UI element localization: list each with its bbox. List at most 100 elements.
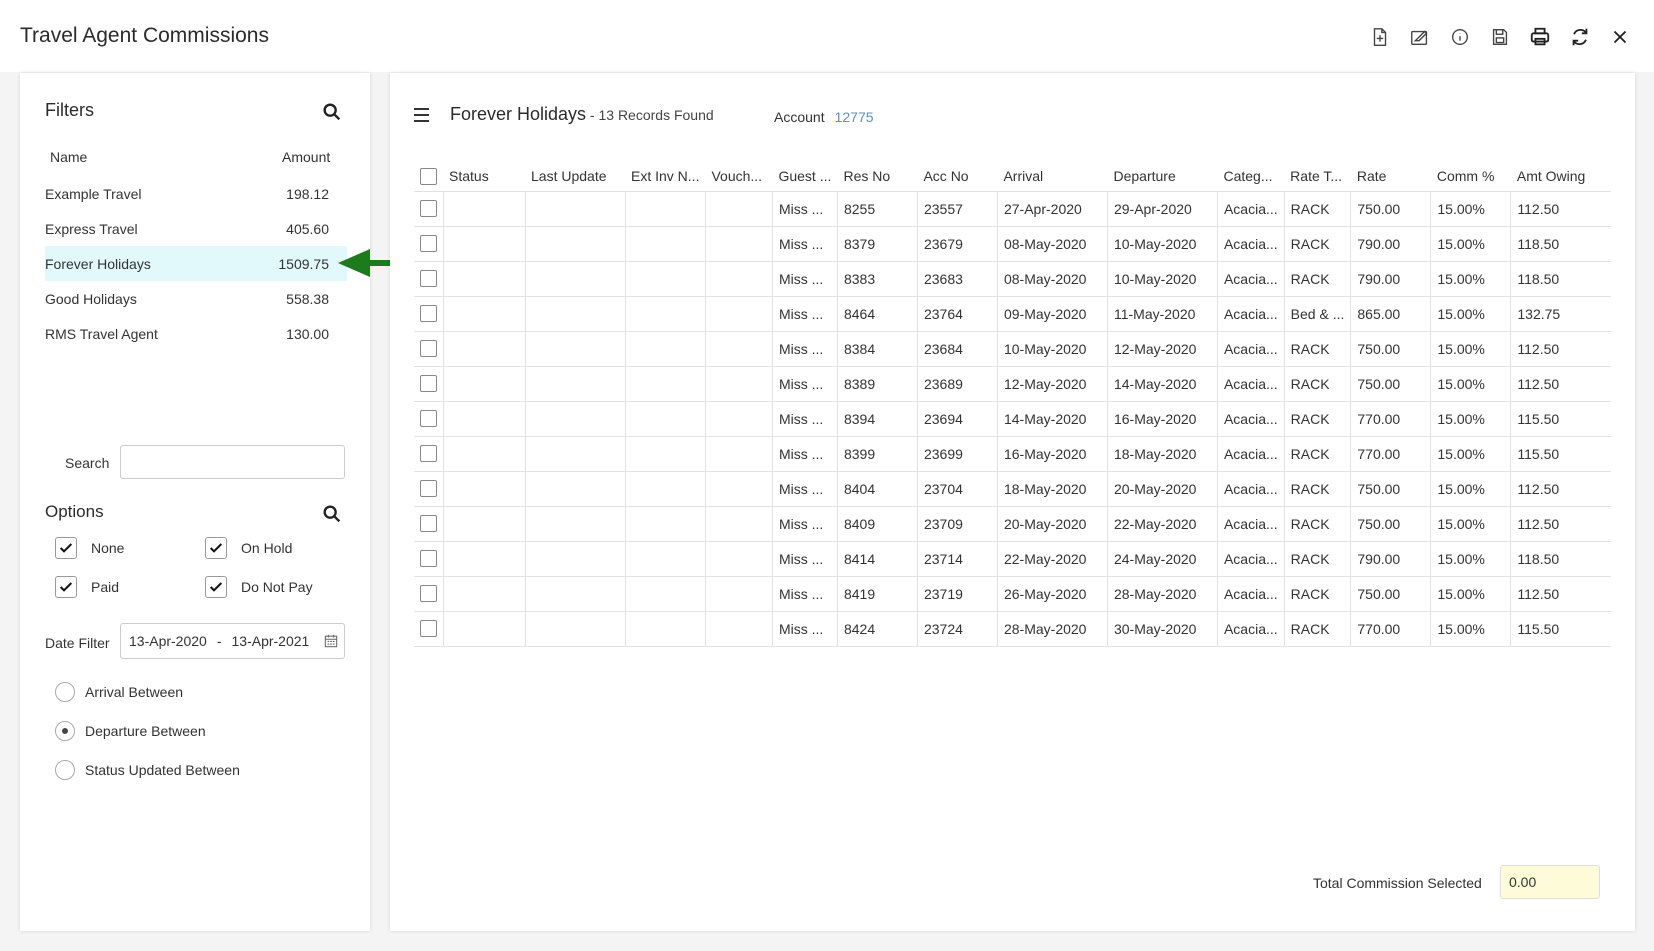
column-header[interactable]: Acc No [917, 161, 998, 192]
date-filter-input[interactable]: 13-Apr-2020 - 13-Apr-2021 [120, 623, 345, 659]
res-no-link[interactable]: 8255 [837, 191, 918, 227]
res-no-link[interactable]: 8394 [837, 401, 918, 437]
row-checkbox[interactable] [420, 305, 437, 323]
row-checkbox[interactable] [420, 515, 437, 533]
row-checkbox[interactable] [420, 550, 437, 568]
table-row[interactable]: Miss ... 8394 23694 14-May-2020 16-May-2020 A… [414, 401, 1611, 437]
option-on-hold-checkbox[interactable]: On Hold [205, 537, 292, 559]
option-paid-checkbox[interactable]: Paid [55, 576, 119, 598]
acc-no-link[interactable]: 23689 [917, 366, 998, 402]
res-no-link[interactable]: 8379 [837, 226, 918, 262]
close-button[interactable] [1608, 22, 1632, 52]
search-icon[interactable] [321, 101, 343, 123]
table-row[interactable]: Miss ... 8383 23683 08-May-2020 10-May-2020 A… [414, 261, 1611, 297]
column-header[interactable]: Vouch... [705, 161, 773, 192]
column-header[interactable]: Departure [1107, 161, 1218, 192]
row-checkbox[interactable] [420, 480, 437, 498]
edit-button[interactable] [1408, 22, 1432, 52]
row-checkbox[interactable] [420, 410, 437, 428]
res-no-link[interactable]: 8383 [837, 261, 918, 297]
option-do-not-pay-checkbox[interactable]: Do Not Pay [205, 576, 313, 598]
acc-no-link[interactable]: 23719 [917, 576, 998, 612]
column-header[interactable]: Res No [837, 161, 918, 192]
column-header[interactable]: Rate [1350, 161, 1431, 192]
res-no-link[interactable]: 8424 [837, 611, 918, 647]
res-no-link[interactable]: 8384 [837, 331, 918, 367]
table-row[interactable]: Miss ... 8464 23764 09-May-2020 11-May-2020 A… [414, 296, 1611, 332]
save-button[interactable] [1488, 22, 1512, 52]
acc-no-link[interactable]: 23704 [917, 471, 998, 507]
res-no-link[interactable]: 8404 [837, 471, 918, 507]
agent-row[interactable]: Good Holidays 558.38 [45, 281, 347, 316]
table-row[interactable]: Miss ... 8389 23689 12-May-2020 14-May-2020 A… [414, 366, 1611, 402]
radio-departure-between[interactable]: Departure Between [55, 721, 206, 741]
table-row[interactable]: Miss ... 8404 23704 18-May-2020 20-May-2020 A… [414, 471, 1611, 507]
row-checkbox[interactable] [420, 235, 437, 253]
agent-row[interactable]: Example Travel 198.12 [45, 176, 347, 211]
acc-no-link[interactable]: 23714 [917, 541, 998, 577]
account-link[interactable]: 12775 [835, 109, 874, 125]
ext-inv-cell [625, 471, 706, 507]
arrival-cell: 12-May-2020 [997, 366, 1108, 402]
row-checkbox[interactable] [420, 445, 437, 463]
agent-row[interactable]: Express Travel 405.60 [45, 211, 347, 246]
agent-row-selected[interactable]: Forever Holidays 1509.75 [45, 246, 347, 281]
column-header[interactable]: Arrival [997, 161, 1108, 192]
table-row[interactable]: Miss ... 8255 23557 27-Apr-2020 29-Apr-2020 A… [414, 191, 1611, 227]
res-no-link[interactable]: 8419 [837, 576, 918, 612]
table-row[interactable]: Miss ... 8419 23719 26-May-2020 28-May-2020 A… [414, 576, 1611, 612]
column-header[interactable]: Amt Owing [1510, 161, 1611, 192]
options-search-icon[interactable] [321, 503, 343, 525]
column-header-amount[interactable]: Amount [282, 149, 330, 165]
radio-status-updated-between[interactable]: Status Updated Between [55, 760, 240, 780]
calendar-icon[interactable] [324, 634, 338, 648]
res-no-link[interactable]: 8389 [837, 366, 918, 402]
column-header[interactable]: Guest ... [772, 161, 838, 192]
row-checkbox[interactable] [420, 620, 437, 638]
last-update-cell [525, 611, 626, 647]
option-none-checkbox[interactable]: None [55, 537, 124, 559]
refresh-button[interactable] [1568, 22, 1592, 52]
res-no-link[interactable]: 8409 [837, 506, 918, 542]
table-row[interactable]: Miss ... 8379 23679 08-May-2020 10-May-2020 A… [414, 226, 1611, 262]
column-header[interactable]: Status [443, 161, 525, 192]
column-header[interactable]: Ext Inv N... [625, 161, 706, 192]
guest-cell: Miss ... [772, 436, 838, 472]
acc-no-link[interactable]: 23724 [917, 611, 998, 647]
search-input[interactable] [120, 445, 345, 479]
res-no-link[interactable]: 8399 [837, 436, 918, 472]
acc-no-link[interactable]: 23694 [917, 401, 998, 437]
select-all-checkbox[interactable] [420, 167, 437, 185]
row-checkbox[interactable] [420, 270, 437, 288]
table-row[interactable]: Miss ... 8414 23714 22-May-2020 24-May-2020 A… [414, 541, 1611, 577]
acc-no-link[interactable]: 23764 [917, 296, 998, 332]
table-row[interactable]: Miss ... 8399 23699 16-May-2020 18-May-2020 A… [414, 436, 1611, 472]
acc-no-link[interactable]: 23709 [917, 506, 998, 542]
new-document-button[interactable] [1368, 22, 1392, 52]
row-checkbox[interactable] [420, 340, 437, 358]
res-no-link[interactable]: 8464 [837, 296, 918, 332]
acc-no-link[interactable]: 23679 [917, 226, 998, 262]
column-header[interactable]: Categ... [1217, 161, 1285, 192]
row-checkbox[interactable] [420, 200, 437, 218]
acc-no-link[interactable]: 23684 [917, 331, 998, 367]
table-row[interactable]: Miss ... 8424 23724 28-May-2020 30-May-2020 A… [414, 611, 1611, 647]
info-button[interactable] [1448, 22, 1472, 52]
table-row[interactable]: Miss ... 8384 23684 10-May-2020 12-May-2020 A… [414, 331, 1611, 367]
row-checkbox[interactable] [420, 375, 437, 393]
acc-no-link[interactable]: 23699 [917, 436, 998, 472]
hamburger-menu-icon[interactable] [414, 107, 432, 123]
res-no-link[interactable]: 8414 [837, 541, 918, 577]
column-header[interactable]: Rate T... [1284, 161, 1351, 192]
acc-no-link[interactable]: 23683 [917, 261, 998, 297]
radio-arrival-between[interactable]: Arrival Between [55, 682, 183, 702]
column-header-name[interactable]: Name [50, 149, 87, 165]
row-checkbox[interactable] [420, 585, 437, 603]
acc-no-link[interactable]: 23557 [917, 191, 998, 227]
column-header[interactable]: Comm % [1430, 161, 1511, 192]
arrival-cell: 26-May-2020 [997, 576, 1108, 612]
column-header[interactable]: Last Update [525, 161, 625, 192]
agent-row[interactable]: RMS Travel Agent 130.00 [45, 316, 347, 351]
table-row[interactable]: Miss ... 8409 23709 20-May-2020 22-May-2020 A… [414, 506, 1611, 542]
print-button[interactable] [1528, 22, 1552, 52]
